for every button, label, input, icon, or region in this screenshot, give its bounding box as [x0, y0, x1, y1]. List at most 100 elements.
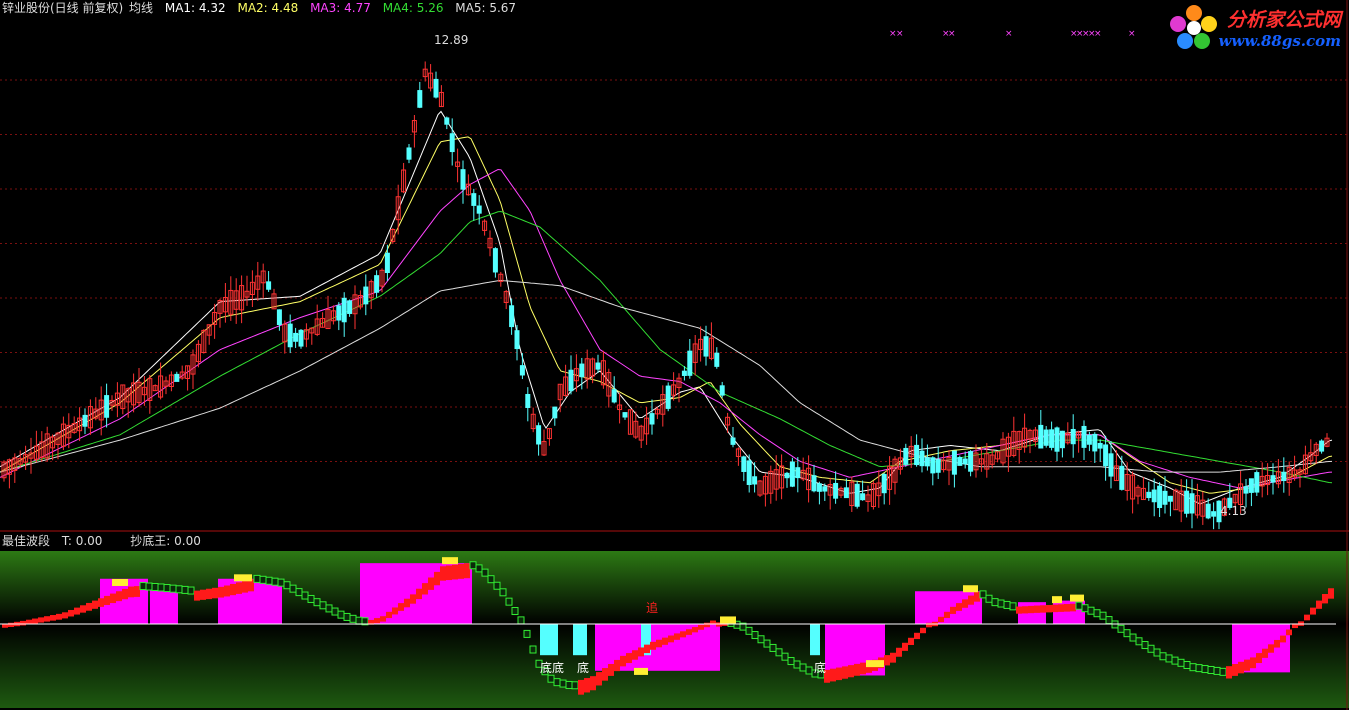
wave-rising-step — [686, 629, 692, 635]
candle-body — [104, 395, 110, 418]
candle-body — [962, 458, 968, 465]
candle — [552, 406, 558, 426]
oscillator-yellow-block — [963, 585, 978, 593]
wave-rising-step — [218, 586, 224, 598]
wave-rising-step — [914, 632, 920, 640]
wave-falling-step — [511, 607, 519, 616]
wave-falling-step — [319, 601, 327, 610]
wave-falling-step — [1075, 601, 1083, 610]
candle-body — [968, 451, 974, 472]
candle — [174, 371, 180, 382]
chart-canvas[interactable]: 12.89 4.13 × × ×× × ××××× × 追 底 底 底 底 — [0, 0, 1349, 710]
candle — [395, 184, 401, 235]
wave-rising-step — [584, 678, 590, 693]
wave-rising-step — [1226, 666, 1232, 679]
candle-body — [730, 437, 736, 445]
wave-falling-step — [163, 584, 171, 593]
oscillator-yellow-block — [234, 574, 252, 582]
wave-rising-step — [386, 611, 392, 619]
candle — [1162, 476, 1168, 514]
wave-rising-step — [974, 591, 980, 602]
candle — [1189, 479, 1195, 529]
candle-body — [935, 459, 941, 473]
candle — [503, 289, 509, 310]
wave-falling-step — [793, 660, 801, 669]
wave-rising-step — [1058, 604, 1064, 612]
main-chart-header: 锌业股份(日线 前复权) 均线 MA1: 4.32 MA2: 4.48 MA3:… — [2, 1, 524, 15]
wave-rising-step — [242, 580, 248, 593]
candle — [1065, 422, 1071, 445]
watermark-title: 分析家公式网 — [1226, 8, 1341, 31]
candle — [1211, 502, 1217, 530]
candle-body — [665, 385, 671, 409]
candle — [347, 299, 353, 317]
wave-rising-step — [416, 588, 422, 600]
wave-falling-step — [175, 585, 183, 594]
candle — [1005, 432, 1011, 472]
candle — [1308, 439, 1314, 466]
candle — [514, 324, 520, 361]
candle — [719, 381, 725, 398]
candle-body — [514, 330, 520, 350]
wave-rising-step — [428, 577, 434, 590]
candle — [919, 438, 925, 473]
candle — [163, 376, 169, 395]
candle-body — [1097, 442, 1103, 449]
candle-body — [1254, 472, 1260, 493]
candle-body — [1043, 429, 1049, 446]
wave-falling-step — [997, 599, 1005, 608]
wave-falling-step — [493, 581, 501, 590]
candle-body — [1086, 434, 1092, 445]
wave-falling-step — [1201, 665, 1209, 674]
wave-falling-step — [1153, 648, 1161, 657]
candle-body — [860, 493, 866, 501]
candle — [266, 271, 272, 292]
candle — [449, 118, 455, 166]
wave-rising-step — [50, 615, 56, 621]
wave-rising-step — [650, 641, 656, 650]
wave-rising-step — [1250, 657, 1256, 669]
wave-rising-step — [422, 583, 428, 595]
wave-rising-step — [842, 666, 848, 679]
wave-rising-step — [680, 631, 686, 638]
sub-indicator-name: 最佳波段 — [2, 534, 51, 548]
oscillator-yellow-block — [866, 660, 884, 668]
candle — [951, 450, 957, 488]
candle — [341, 292, 347, 337]
candle-body — [957, 457, 963, 466]
candle — [239, 275, 245, 324]
wave-rising-step — [1046, 604, 1052, 613]
candle — [698, 326, 704, 362]
candle-body — [266, 281, 272, 290]
wave-falling-step — [1117, 624, 1125, 633]
sell-mark: × — [1128, 29, 1136, 39]
wave-falling-step — [805, 666, 813, 675]
wave-rising-step — [590, 676, 596, 691]
candle — [811, 464, 817, 493]
wave-falling-step — [355, 616, 363, 625]
wave-rising-step — [848, 665, 854, 678]
wave-rising-step — [854, 663, 860, 676]
candle — [255, 261, 261, 301]
candle — [665, 382, 671, 412]
candle — [287, 314, 293, 354]
candle — [158, 362, 164, 400]
wave-falling-step — [187, 586, 195, 595]
candle — [622, 412, 628, 420]
candle — [1054, 426, 1060, 462]
candle — [384, 244, 390, 281]
candle — [833, 471, 839, 504]
candle-body — [449, 133, 455, 153]
candle-body — [822, 486, 828, 492]
candle-body — [1162, 490, 1168, 505]
candle — [1070, 414, 1076, 458]
oscillator-yellow-block — [720, 616, 736, 624]
candle-body — [833, 482, 839, 499]
wave-falling-step — [1183, 660, 1191, 669]
candle — [881, 472, 887, 505]
candle — [1092, 432, 1098, 463]
candle — [60, 416, 66, 451]
wave-falling-step — [157, 583, 165, 592]
candle-body — [924, 457, 930, 467]
candle-body — [347, 300, 353, 314]
